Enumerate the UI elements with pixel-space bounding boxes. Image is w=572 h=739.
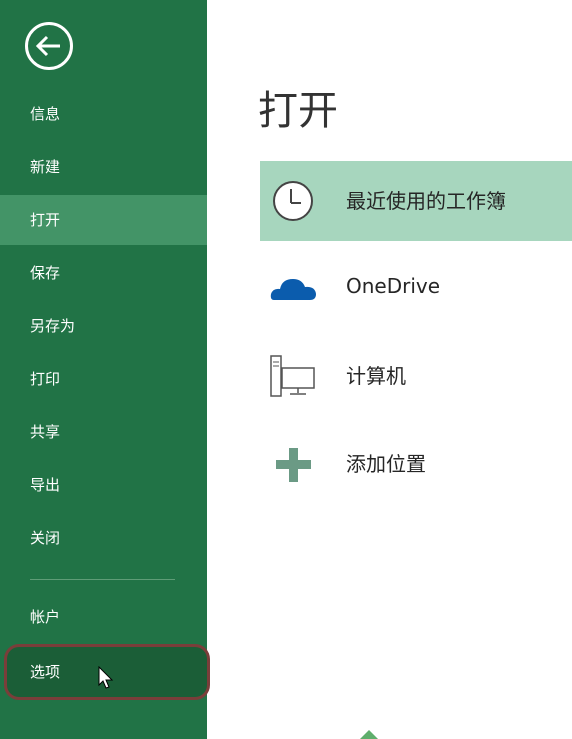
nav-item-info[interactable]: 信息 [0,89,207,139]
page-title: 打开 [258,88,338,134]
computer-icon [270,355,315,397]
option-computer[interactable]: 计算机 [260,336,572,416]
nav-item-print[interactable]: 打印 [0,354,207,404]
sidebar-divider [30,579,175,580]
back-arrow-icon [35,35,60,57]
option-recent-label: 最近使用的工作簿 [346,189,506,213]
nav-item-export[interactable]: 导出 [0,460,207,510]
nav-item-close[interactable]: 关闭 [0,513,207,563]
clock-icon [273,181,313,221]
nav-item-open[interactable]: 打开 [0,195,207,245]
backstage-sidebar: 信息 新建 打开 保存 另存为 打印 共享 导出 关闭 帐户 选项 [0,0,207,739]
option-computer-label: 计算机 [346,364,406,388]
nav-item-account[interactable]: 帐户 [0,592,207,642]
back-button[interactable] [25,22,73,70]
nav-item-share[interactable]: 共享 [0,407,207,457]
option-onedrive-label: OneDrive [346,274,441,298]
cloud-icon [270,279,316,300]
option-recent-workbooks[interactable]: 最近使用的工作簿 [260,161,572,241]
nav-item-save[interactable]: 保存 [0,248,207,298]
option-add-place-label: 添加位置 [346,452,426,476]
mouse-cursor-icon [98,666,114,689]
decorative-triangle [360,730,378,739]
nav-item-save-as[interactable]: 另存为 [0,301,207,351]
plus-icon [276,448,311,482]
option-onedrive[interactable]: OneDrive [260,246,572,326]
option-add-place[interactable]: 添加位置 [260,424,572,504]
nav-item-new[interactable]: 新建 [0,142,207,192]
